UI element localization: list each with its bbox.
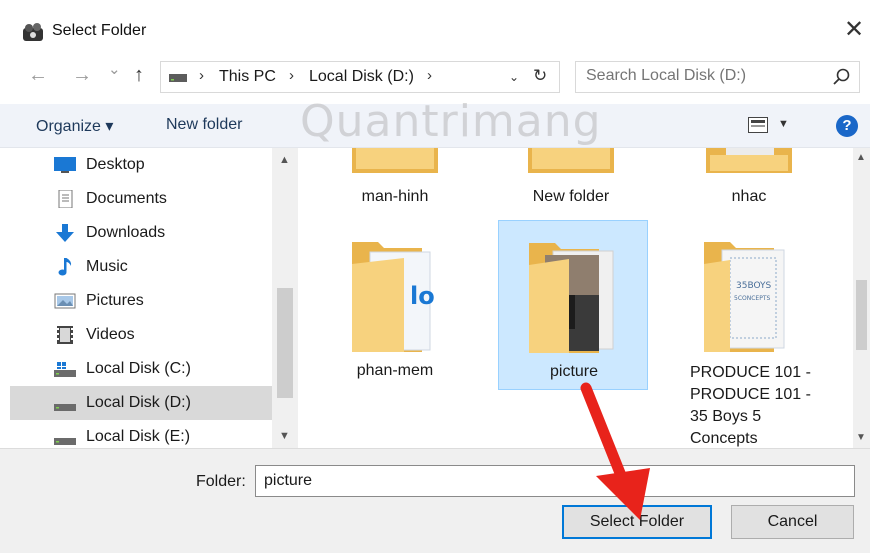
folder-icon — [529, 243, 614, 353]
sidebar-item-label: Local Disk (D:) — [86, 394, 191, 411]
scroll-up-icon[interactable]: ▲ — [279, 154, 290, 166]
sidebar-item-documents[interactable]: Documents — [10, 182, 272, 216]
folder-icon — [706, 148, 792, 173]
folder-icon: 35BOYS 5CONCEPTS — [704, 242, 785, 352]
folder-view: man-hinh New folder nhac lo phan-mem pic… — [298, 148, 853, 448]
refresh-icon[interactable]: ↻ — [533, 66, 547, 86]
folder-item-nhac[interactable]: nhac — [674, 148, 824, 205]
sidebar-item-local-disk-d[interactable]: Local Disk (D:) — [10, 386, 272, 420]
sidebar-item-label: Documents — [86, 190, 167, 207]
view-dropdown-icon[interactable]: ▼ — [778, 118, 789, 130]
back-arrow-icon[interactable]: ← — [28, 64, 48, 87]
scrollbar-thumb[interactable] — [277, 288, 293, 398]
breadcrumb-separator: › — [199, 67, 204, 84]
folder-icon — [352, 148, 438, 173]
title-bar: Select Folder ✕ — [0, 0, 870, 64]
folder-label: nhac — [731, 188, 767, 205]
search-box[interactable] — [575, 61, 860, 93]
thumbnail-text: lo — [410, 282, 435, 310]
sidebar-item-label: Videos — [86, 326, 135, 343]
window-title: Select Folder — [52, 22, 147, 39]
folder-label-line: Concepts — [690, 430, 758, 447]
recent-locations-icon[interactable]: ⌄ — [108, 60, 121, 78]
folder-name-input[interactable] — [255, 465, 855, 497]
folder-item-new-folder[interactable]: New folder — [496, 148, 646, 205]
breadcrumb-this-pc[interactable]: This PC — [219, 68, 276, 86]
sidebar-item-desktop[interactable]: Desktop — [10, 148, 272, 182]
drive-icon — [169, 74, 187, 82]
folder-label-line: PRODUCE 101 - — [690, 386, 811, 403]
folder-label: New folder — [532, 188, 610, 205]
folder-icon: lo — [352, 242, 435, 352]
desktop-icon — [54, 157, 76, 173]
drive-icon — [54, 404, 76, 411]
cancel-button[interactable]: Cancel — [731, 505, 854, 539]
sidebar-item-downloads[interactable]: Downloads — [10, 216, 272, 250]
help-icon[interactable]: ? — [836, 115, 858, 137]
sidebar-item-local-disk-c[interactable]: Local Disk (C:) — [10, 352, 272, 386]
folder-label: phan-mem — [356, 362, 434, 379]
scrollbar-thumb[interactable] — [856, 280, 867, 350]
sidebar-item-label: Desktop — [86, 156, 145, 173]
downloads-icon — [56, 224, 74, 242]
select-folder-button[interactable]: Select Folder — [562, 505, 712, 539]
search-icon[interactable] — [832, 67, 852, 87]
sidebar-item-label: Downloads — [86, 224, 166, 241]
drive-icon — [54, 438, 76, 445]
breadcrumb-separator: › — [289, 67, 294, 84]
sidebar-item-label: Local Disk (C:) — [86, 360, 191, 377]
forward-arrow-icon[interactable]: → — [72, 64, 92, 87]
close-icon[interactable]: ✕ — [838, 14, 870, 46]
up-arrow-icon[interactable]: ↑ — [134, 64, 144, 87]
folder-label: picture — [549, 363, 599, 380]
breadcrumb-local-disk-d[interactable]: Local Disk (D:) — [309, 68, 414, 86]
folder-item-man-hinh[interactable]: man-hinh — [320, 148, 470, 205]
sidebar-item-local-disk-e[interactable]: Local Disk (E:) — [10, 420, 272, 448]
folder-item-picture[interactable]: picture — [498, 220, 648, 390]
scroll-down-icon[interactable]: ▼ — [856, 432, 866, 443]
videos-icon — [57, 326, 73, 344]
folder-label-line: 35 Boys 5 — [690, 408, 762, 425]
chevron-down-icon[interactable]: ⌄ — [509, 70, 519, 84]
sidebar-item-pictures[interactable]: Pictures — [10, 284, 272, 318]
thumbnail-text: 5CONCEPTS — [734, 295, 770, 302]
folder-label: man-hinh — [361, 188, 429, 205]
scroll-up-icon[interactable]: ▲ — [856, 152, 866, 163]
thumbnail-text: 35BOYS — [736, 281, 772, 291]
folder-item-produce-101[interactable]: 35BOYS 5CONCEPTS PRODUCE 101 - PRODUCE 1… — [678, 222, 828, 447]
breadcrumb-separator: › — [427, 67, 432, 84]
address-bar[interactable]: › This PC › Local Disk (D:) › ⌄ ↻ — [160, 61, 560, 93]
organize-button[interactable]: Organize ▾ — [36, 116, 113, 136]
folder-field-label: Folder: — [196, 473, 246, 490]
sidebar-item-label: Pictures — [86, 292, 144, 309]
navigation-pane: Desktop Documents Downloads Music Pictur… — [10, 148, 272, 448]
sidebar-item-videos[interactable]: Videos — [10, 318, 272, 352]
scroll-down-icon[interactable]: ▼ — [279, 430, 290, 442]
drive-c-icon — [54, 362, 76, 377]
documents-icon — [58, 190, 73, 208]
folder-label-line: PRODUCE 101 - — [690, 364, 811, 381]
app-icon — [23, 23, 43, 41]
dialog-footer: Folder: Select Folder Cancel — [0, 448, 870, 553]
new-folder-button[interactable]: New folder — [166, 116, 242, 134]
content-scrollbar[interactable]: ▲ ▼ — [853, 148, 870, 448]
music-icon — [58, 258, 72, 276]
view-options-icon[interactable] — [748, 117, 768, 133]
folder-icon — [528, 148, 614, 173]
navigation-bar: ← → ⌄ ↑ › This PC › Local Disk (D:) › ⌄ … — [0, 58, 870, 98]
sidebar-item-label: Local Disk (E:) — [86, 428, 191, 445]
watermark: Quantrimang — [300, 96, 602, 147]
folder-item-phan-mem[interactable]: lo phan-mem — [320, 222, 470, 392]
pictures-icon — [54, 293, 76, 309]
sidebar-item-label: Music — [86, 258, 128, 275]
navigation-scrollbar[interactable]: ▲ ▼ — [272, 148, 298, 448]
sidebar-item-music[interactable]: Music — [10, 250, 272, 284]
search-input[interactable] — [586, 67, 816, 85]
